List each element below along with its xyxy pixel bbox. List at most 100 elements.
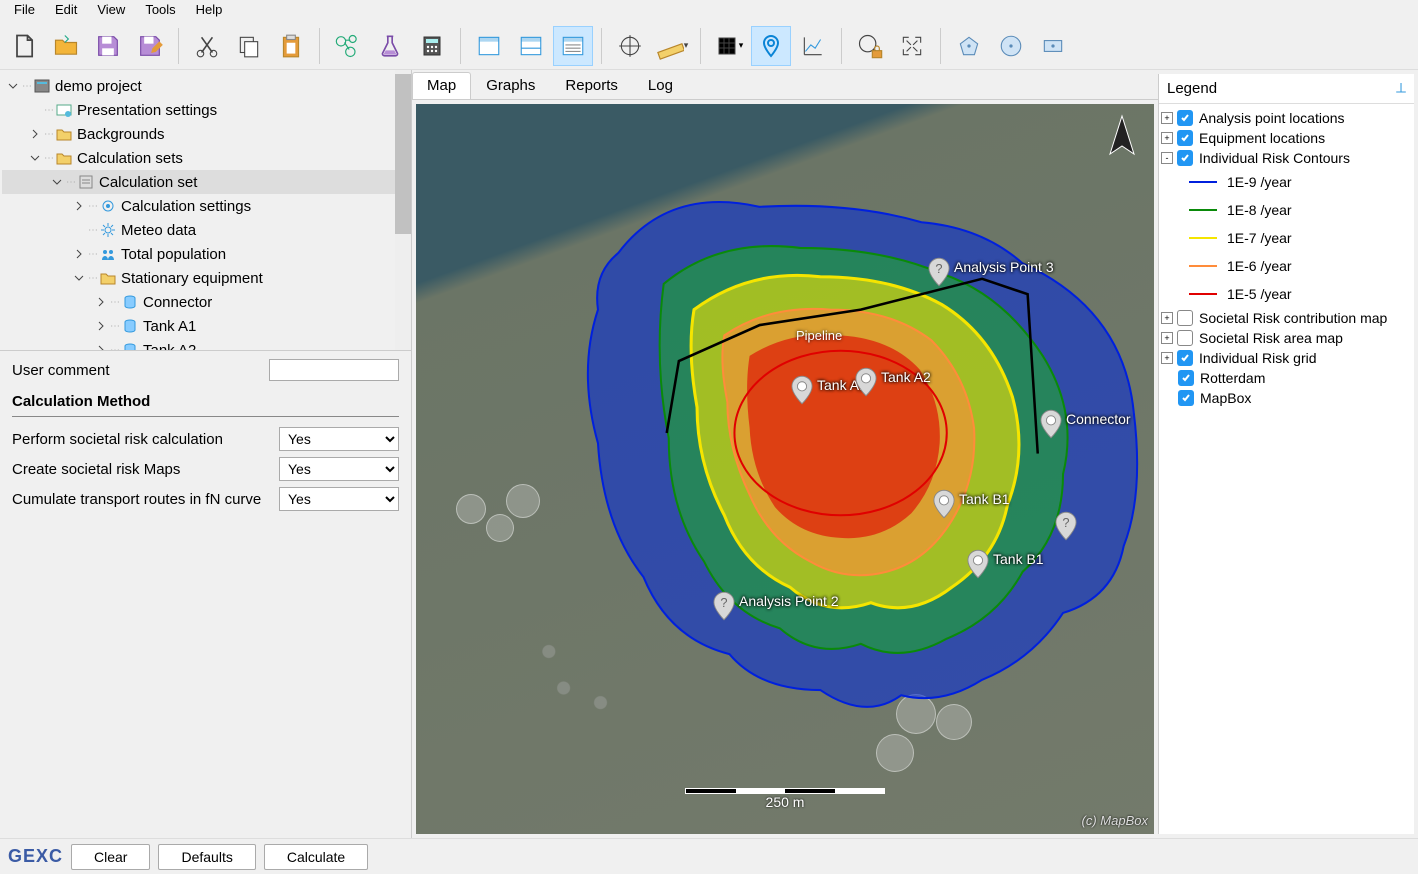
legend-expand-icon[interactable]: + <box>1161 112 1173 124</box>
map-marker[interactable]: ? <box>1055 511 1077 544</box>
tree-item[interactable]: ⋯Meteo data <box>2 218 409 242</box>
tree-expand-icon[interactable] <box>72 271 86 285</box>
section-header: Calculation Method <box>12 387 399 417</box>
copy-icon[interactable] <box>229 26 269 66</box>
legend-layer[interactable]: MapBox <box>1161 388 1412 408</box>
legend-expand-icon[interactable]: + <box>1161 352 1173 364</box>
map-marker[interactable]: Connector <box>1040 409 1062 442</box>
tab-graphs[interactable]: Graphs <box>471 72 550 99</box>
shape-rect-icon[interactable] <box>1033 26 1073 66</box>
tree-item[interactable]: ⋯Presentation settings <box>2 98 409 122</box>
tree-expand-icon[interactable] <box>94 319 108 333</box>
paste-icon[interactable] <box>271 26 311 66</box>
save-as-icon[interactable] <box>130 26 170 66</box>
tree-item[interactable]: ⋯Tank A1 <box>2 314 409 338</box>
checkbox-off-icon[interactable] <box>1177 330 1193 346</box>
chart-line-icon[interactable] <box>793 26 833 66</box>
legend-panel: Legend ⟂ +Analysis point locations+Equip… <box>1158 74 1414 834</box>
tree-item[interactable]: ⋯Connector <box>2 290 409 314</box>
map-marker[interactable]: Tank B1 <box>933 489 955 522</box>
legend-layer[interactable]: +Societal Risk area map <box>1161 328 1412 348</box>
legend-layer[interactable]: Rotterdam <box>1161 368 1412 388</box>
zoom-extents-icon[interactable] <box>892 26 932 66</box>
tree-item[interactable]: ⋯Calculation sets <box>2 146 409 170</box>
tree-expand-icon[interactable] <box>72 223 86 237</box>
tree-expand-icon[interactable] <box>72 247 86 261</box>
legend-expand-icon[interactable]: + <box>1161 132 1173 144</box>
flask-icon[interactable] <box>370 26 410 66</box>
tree-expand-icon[interactable] <box>28 151 42 165</box>
tab-map[interactable]: Map <box>412 72 471 99</box>
tab-reports[interactable]: Reports <box>550 72 633 99</box>
checkbox-on-icon[interactable] <box>1177 350 1193 366</box>
tab-log[interactable]: Log <box>633 72 688 99</box>
checkbox-off-icon[interactable] <box>1177 310 1193 326</box>
window-icon[interactable] <box>469 26 509 66</box>
prop-select[interactable]: Yes <box>279 457 399 481</box>
view-tabs: Map Graphs Reports Log <box>412 70 1158 100</box>
tree-expand-icon[interactable] <box>94 295 108 309</box>
zoom-lock-icon[interactable] <box>850 26 890 66</box>
map-marker[interactable]: ?Analysis Point 2 <box>713 591 735 624</box>
checkbox-on-icon[interactable] <box>1177 150 1193 166</box>
checkbox-on-icon[interactable] <box>1177 130 1193 146</box>
window-detail-icon[interactable] <box>553 26 593 66</box>
map-marker[interactable]: Tank A2 <box>855 367 877 400</box>
cut-icon[interactable] <box>187 26 227 66</box>
tree-item[interactable]: ⋯Tank A2 <box>2 338 409 350</box>
clear-button[interactable]: Clear <box>71 844 150 870</box>
menu-help[interactable]: Help <box>186 0 233 22</box>
prop-select[interactable]: Yes <box>279 427 399 451</box>
window-split-icon[interactable] <box>511 26 551 66</box>
tree-expand-icon[interactable] <box>28 103 42 117</box>
tree-item[interactable]: ⋯Calculation set <box>2 170 409 194</box>
tree-item[interactable]: ⋯Calculation settings <box>2 194 409 218</box>
calculate-button[interactable]: Calculate <box>264 844 368 870</box>
calculator-icon[interactable] <box>412 26 452 66</box>
tree-expand-icon[interactable] <box>72 199 86 213</box>
save-icon[interactable] <box>88 26 128 66</box>
grid-icon[interactable]: ▾ <box>709 26 749 66</box>
menu-file[interactable]: File <box>4 0 45 22</box>
tree-expand-icon[interactable] <box>28 127 42 141</box>
tree-expand-icon[interactable] <box>50 175 64 189</box>
tree-expand-icon[interactable] <box>94 343 108 350</box>
checkbox-on-icon[interactable] <box>1178 370 1194 386</box>
tree-item[interactable]: ⋯Stationary equipment <box>2 266 409 290</box>
map-view[interactable]: Pipeline ?Analysis Point 3Tank A1Tank A2… <box>416 104 1154 834</box>
map-marker[interactable]: ?Analysis Point 3 <box>928 257 950 290</box>
shape-polygon-icon[interactable] <box>949 26 989 66</box>
tree-item[interactable]: ⋯Backgrounds <box>2 122 409 146</box>
shape-circle-icon[interactable] <box>991 26 1031 66</box>
legend-layer[interactable]: +Equipment locations <box>1161 128 1412 148</box>
legend-layer[interactable]: +Societal Risk contribution map <box>1161 308 1412 328</box>
legend-layer[interactable]: +Analysis point locations <box>1161 108 1412 128</box>
ruler-icon[interactable]: ▾ <box>652 26 692 66</box>
defaults-button[interactable]: Defaults <box>158 844 255 870</box>
menu-view[interactable]: View <box>87 0 135 22</box>
project-tree[interactable]: ⋯ demo project ⋯Presentation settings⋯Ba… <box>0 70 411 350</box>
pin-icon[interactable]: ⟂ <box>1396 80 1406 97</box>
user-comment-input[interactable] <box>269 359 399 381</box>
crosshair-icon[interactable] <box>610 26 650 66</box>
legend-layer[interactable]: +Individual Risk grid <box>1161 348 1412 368</box>
legend-contour-label: 1E-7 /year <box>1227 230 1292 246</box>
legend-expand-icon[interactable]: - <box>1161 152 1173 164</box>
legend-expand-icon[interactable]: + <box>1161 312 1173 324</box>
checkbox-on-icon[interactable] <box>1178 390 1194 406</box>
new-file-icon[interactable] <box>4 26 44 66</box>
molecules-icon[interactable] <box>328 26 368 66</box>
prop-select[interactable]: Yes <box>279 487 399 511</box>
tree-scrollbar[interactable] <box>395 70 411 350</box>
legend-expand-icon[interactable]: + <box>1161 332 1173 344</box>
checkbox-on-icon[interactable] <box>1177 110 1193 126</box>
tree-item[interactable]: ⋯Total population <box>2 242 409 266</box>
menu-edit[interactable]: Edit <box>45 0 87 22</box>
location-pin-icon[interactable] <box>751 26 791 66</box>
map-marker[interactable]: Tank B1 <box>967 549 989 582</box>
tree-project-root[interactable]: ⋯ demo project <box>2 74 409 98</box>
open-folder-icon[interactable] <box>46 26 86 66</box>
menu-tools[interactable]: Tools <box>135 0 185 22</box>
legend-layer[interactable]: -Individual Risk Contours <box>1161 148 1412 168</box>
map-marker[interactable]: Tank A1 <box>791 375 813 408</box>
